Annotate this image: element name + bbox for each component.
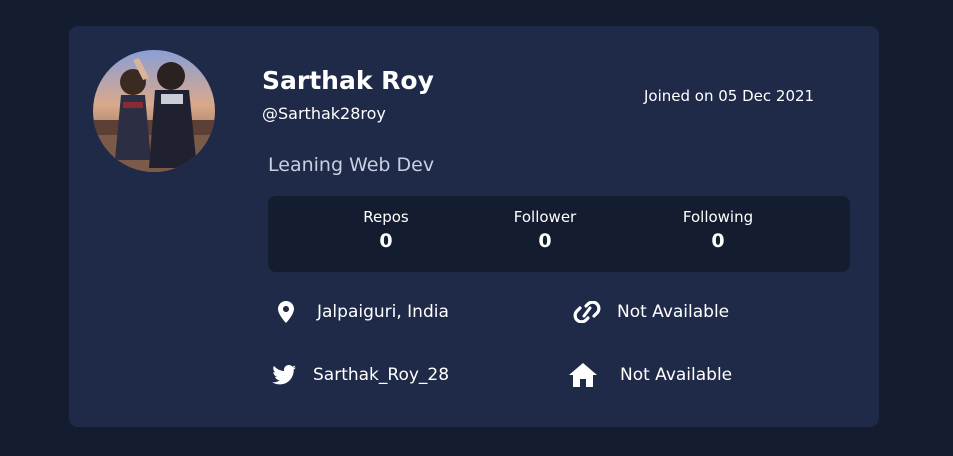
twitter-icon bbox=[269, 360, 299, 390]
avatar bbox=[93, 50, 215, 172]
profile-card: Sarthak Roy @Sarthak28roy Joined on 05 D… bbox=[69, 26, 879, 427]
link-icon bbox=[572, 297, 602, 327]
stats-panel: Repos 0 Follower 0 Following 0 bbox=[268, 196, 850, 272]
joined-date: Joined on 05 Dec 2021 bbox=[644, 87, 815, 105]
company-text: Not Available bbox=[620, 365, 733, 385]
stat-repos: Repos 0 bbox=[326, 208, 446, 252]
stat-follower-value: 0 bbox=[538, 230, 552, 252]
stat-repos-label: Repos bbox=[363, 208, 409, 226]
profile-name: Sarthak Roy bbox=[262, 66, 434, 95]
location-text: Jalpaiguri, India bbox=[317, 302, 449, 322]
twitter-text[interactable]: Sarthak_Roy_28 bbox=[313, 365, 449, 385]
stat-following-value: 0 bbox=[711, 230, 725, 252]
stat-following-label: Following bbox=[682, 208, 754, 226]
stat-follower: Follower 0 bbox=[485, 208, 605, 252]
profile-handle[interactable]: @Sarthak28roy bbox=[262, 104, 386, 123]
location-pin-icon bbox=[271, 297, 301, 327]
stat-repos-value: 0 bbox=[379, 230, 393, 252]
location-row: Jalpaiguri, India bbox=[271, 297, 449, 327]
home-icon bbox=[568, 360, 598, 390]
profile-bio: Leaning Web Dev bbox=[268, 154, 435, 176]
company-row: Not Available bbox=[568, 360, 732, 390]
stat-following: Following 0 bbox=[658, 208, 778, 252]
twitter-row[interactable]: Sarthak_Roy_28 bbox=[269, 360, 449, 390]
website-row[interactable]: Not Available bbox=[572, 297, 729, 327]
website-text[interactable]: Not Available bbox=[617, 302, 729, 322]
stat-follower-label: Follower bbox=[513, 208, 577, 226]
avatar-image bbox=[93, 50, 215, 172]
